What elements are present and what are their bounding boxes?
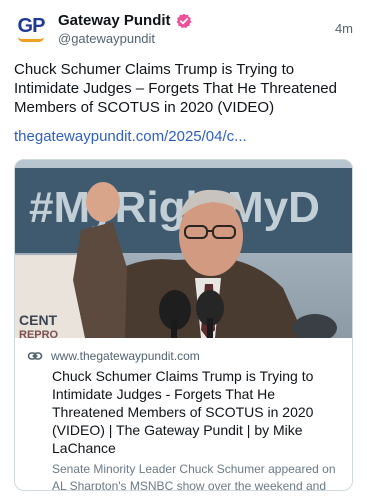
verified-badge-icon [176, 13, 192, 29]
card-description: Senate Minority Leader Chuck Schumer app… [52, 462, 336, 491]
link-preview-card[interactable]: #MyRightMyD CENT REPRO www.thegatewaypun… [14, 159, 353, 491]
sign-text-2: REPRO [19, 329, 59, 338]
author-handle[interactable]: @gatewaypundit [58, 31, 155, 46]
card-body: www.thegatewaypundit.com Chuck Schumer C… [15, 338, 352, 491]
avatar-logo-text: GP [17, 15, 46, 37]
card-image: #MyRightMyD CENT REPRO [15, 160, 352, 338]
social-post: GP Gateway Pundit @gatewaypundit 4m Chuc… [0, 0, 367, 500]
avatar-swoosh-icon [18, 37, 44, 42]
author-name-row: Gateway Pundit [58, 12, 192, 29]
sign-text: CENT [19, 312, 58, 328]
link-icon [27, 348, 43, 364]
author-display-name[interactable]: Gateway Pundit [58, 12, 171, 29]
post-timestamp[interactable]: 4m [335, 21, 353, 36]
post-link[interactable]: thegatewaypundit.com/2025/04/c... [14, 128, 247, 145]
avatar[interactable]: GP [14, 12, 48, 46]
card-domain: www.thegatewaypundit.com [51, 349, 200, 363]
banner-text: #MyRightMyD [29, 183, 320, 232]
card-domain-row: www.thegatewaypundit.com [27, 348, 340, 364]
card-title[interactable]: Chuck Schumer Claims Trump is Trying to … [52, 367, 342, 457]
post-text: Chuck Schumer Claims Trump is Trying to … [14, 61, 337, 116]
